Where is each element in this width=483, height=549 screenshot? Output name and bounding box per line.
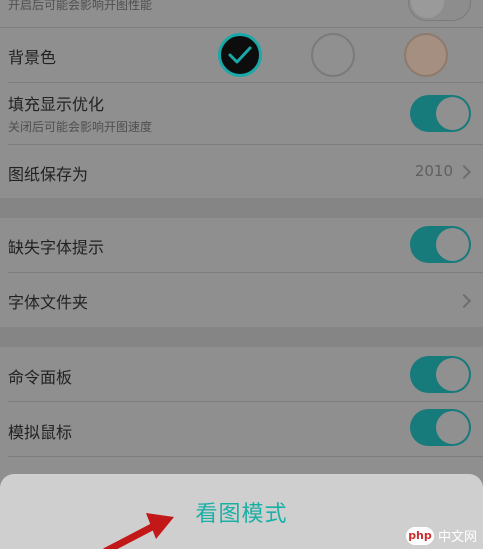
divider [8, 456, 483, 457]
checkmark-icon [228, 46, 252, 64]
watermark-badge: php [405, 526, 434, 545]
top-cut-toggle[interactable] [408, 0, 471, 21]
swatch-white[interactable] [311, 33, 355, 77]
toggle-knob [411, 0, 444, 18]
toggle-knob [436, 97, 469, 130]
setting-row-save-as[interactable]: 图纸保存为 2010 [0, 145, 483, 198]
top-cut-subtitle: 开启后可能会影响开图性能 [8, 0, 153, 12]
fill-display-label: 填充显示优化 [8, 95, 105, 114]
setting-row-top-cut: 开启后可能会影响开图性能 [0, 0, 483, 27]
setting-row-fill-display: 填充显示优化 关闭后可能会影响开图速度 [0, 83, 483, 144]
setting-row-command-panel: 命令面板 [0, 347, 483, 401]
view-mode-option[interactable]: 看图模式 [0, 496, 483, 528]
setting-row-missing-font: 缺失字体提示 [0, 218, 483, 272]
chevron-right-icon [456, 293, 472, 309]
mouse-emulation-toggle[interactable] [410, 409, 471, 446]
swatch-black-selected[interactable] [218, 33, 262, 77]
settings-screen: 开启后可能会影响开图性能 背景色 填充显示优化 关闭后可能会影响开图速度 图纸保… [0, 0, 483, 549]
save-as-label: 图纸保存为 [8, 165, 89, 184]
mouse-emulation-label: 模拟鼠标 [8, 423, 73, 442]
command-panel-toggle[interactable] [410, 356, 471, 393]
chevron-right-icon [456, 164, 472, 180]
toggle-knob [436, 411, 469, 444]
watermark-text: 中文网 [437, 530, 477, 545]
fill-display-subtitle: 关闭后可能会影响开图速度 [8, 120, 153, 134]
fill-display-toggle[interactable] [410, 95, 471, 132]
annotation-arrow-icon [103, 513, 174, 549]
font-folder-label: 字体文件夹 [8, 293, 89, 312]
section-gap [0, 198, 483, 218]
site-watermark: php 中文网 [405, 526, 477, 545]
setting-row-font-folder[interactable]: 字体文件夹 [0, 273, 483, 327]
background-color-label: 背景色 [8, 48, 57, 67]
missing-font-toggle[interactable] [410, 226, 471, 263]
section-gap [0, 327, 483, 347]
toggle-knob [436, 358, 469, 391]
command-panel-label: 命令面板 [8, 368, 73, 387]
toggle-knob [436, 228, 469, 261]
save-as-value: 2010 [414, 162, 453, 180]
missing-font-label: 缺失字体提示 [8, 238, 105, 257]
swatch-beige[interactable] [404, 33, 448, 77]
setting-row-mouse-emulation: 模拟鼠标 [0, 402, 483, 456]
